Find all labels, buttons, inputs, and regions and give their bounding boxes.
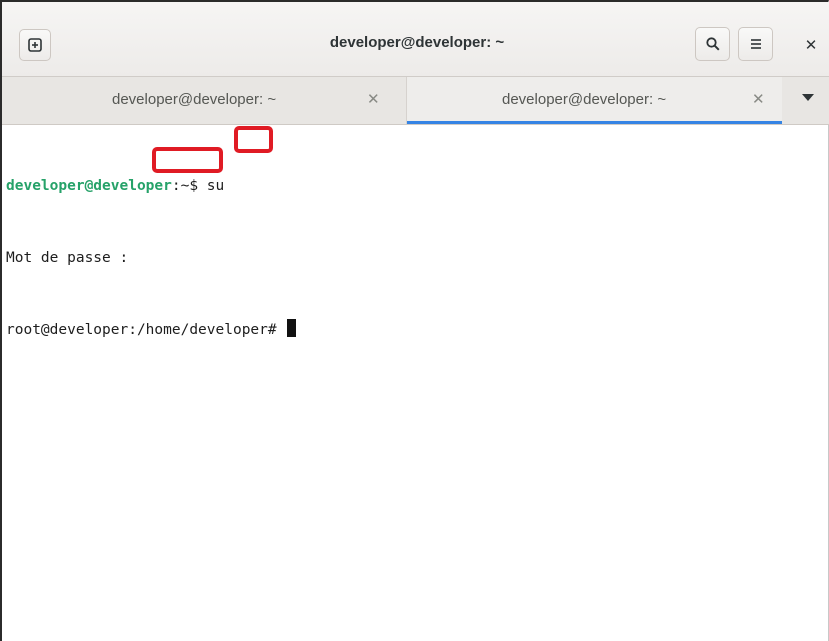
window-title: developer@developer: ~ xyxy=(329,34,505,51)
root-prompt: root@developer:/home/developer# xyxy=(6,322,286,338)
terminal-output[interactable]: developer@developer:~$ su Mot de passe :… xyxy=(6,126,826,641)
prompt-path: :~$ xyxy=(171,178,207,194)
search-icon xyxy=(705,37,720,51)
new-tab-icon xyxy=(28,38,42,52)
terminal-line-2: Mot de passe : xyxy=(6,250,137,266)
terminal-line-1: developer@developer:~$ su xyxy=(6,174,826,198)
tab-label: developer@developer: ~ xyxy=(112,91,277,108)
password-redaction-box xyxy=(152,147,223,173)
tab-1[interactable]: developer@developer: ~ ✕ xyxy=(2,77,407,124)
tab-close-icon[interactable]: ✕ xyxy=(752,90,765,108)
terminal-command: su xyxy=(206,178,225,194)
prompt-user-host: developer@developer xyxy=(6,178,172,194)
tab-bar: developer@developer: ~ ✕ developer@devel… xyxy=(2,77,829,125)
active-tab-indicator xyxy=(407,121,782,124)
terminal-cursor xyxy=(287,319,297,337)
tab-list-chevron-down-icon[interactable] xyxy=(802,94,814,101)
command-highlight-box xyxy=(234,126,273,153)
new-tab-button[interactable] xyxy=(19,29,51,61)
tab-label: developer@developer: ~ xyxy=(502,91,667,108)
terminal-line-3: root@developer:/home/developer# xyxy=(6,318,826,342)
close-icon: ✕ xyxy=(804,36,818,54)
tab-2-active[interactable]: developer@developer: ~ ✕ xyxy=(407,77,782,124)
window-close-button[interactable]: ✕ xyxy=(799,33,823,57)
header-bar: developer@developer: ~ ✕ xyxy=(2,2,829,77)
hamburger-menu-icon xyxy=(750,39,761,49)
terminal-window: developer@developer: ~ ✕ developer@devel… xyxy=(0,0,829,641)
search-button[interactable] xyxy=(695,27,730,61)
menu-button[interactable] xyxy=(738,27,773,61)
tab-close-icon[interactable]: ✕ xyxy=(367,90,380,108)
